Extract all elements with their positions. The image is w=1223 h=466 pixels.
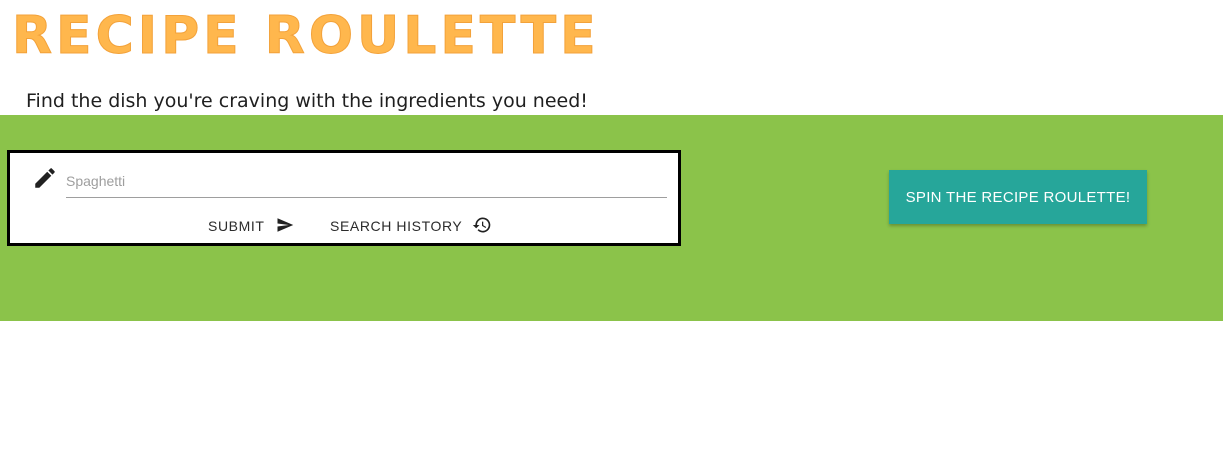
search-history-button[interactable]: SEARCH HISTORY [330,215,492,237]
submit-label: SUBMIT [208,218,265,234]
hero-section: SUBMIT SEARCH HISTORY SPIN THE RECIPE RO… [0,115,1223,321]
site-title: RECIPE ROULETTE [12,6,600,67]
send-icon [275,216,295,237]
search-history-label: SEARCH HISTORY [330,218,463,234]
search-input[interactable] [66,165,667,198]
page: RECIPE ROULETTE Find the dish you're cra… [0,0,1223,466]
tagline: Find the dish you're craving with the in… [26,90,588,112]
search-card: SUBMIT SEARCH HISTORY [7,150,681,246]
pencil-icon [32,165,58,191]
spin-roulette-button[interactable]: SPIN THE RECIPE ROULETTE! [889,170,1147,224]
history-icon [472,215,492,238]
submit-button[interactable]: SUBMIT [208,215,295,237]
